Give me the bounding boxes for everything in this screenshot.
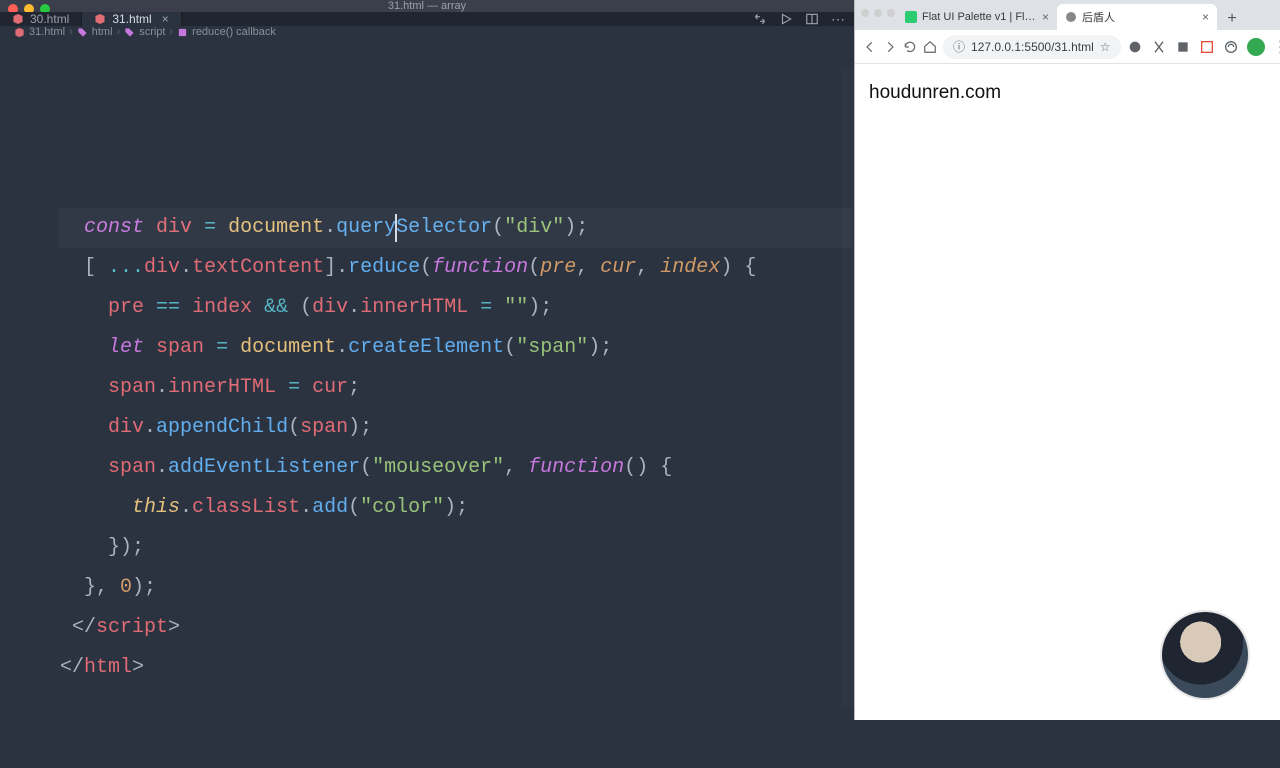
editor-window: 31.html — array 30.html 31.html × ⋯ 31.h… [0, 0, 854, 720]
run-icon[interactable] [779, 12, 793, 26]
breadcrumb-file[interactable]: 31.html [29, 26, 65, 38]
maximize-window-icon[interactable] [887, 9, 895, 17]
breadcrumb-segment[interactable]: script [139, 26, 165, 38]
extension-row: ⋮ [1127, 38, 1280, 56]
extension-icon[interactable] [1151, 39, 1167, 55]
minimap[interactable] [842, 68, 854, 708]
breadcrumb[interactable]: 31.html › html › script › reduce() callb… [0, 26, 854, 38]
forward-button[interactable] [883, 39, 897, 55]
close-tab-icon[interactable]: × [1042, 10, 1049, 24]
profile-avatar[interactable] [1247, 38, 1265, 56]
presenter-avatar [1160, 610, 1250, 700]
editor-tab-bar: 30.html 31.html × ⋯ [0, 12, 854, 26]
address-bar[interactable]: ⓘ 127.0.0.1:5500/31.html ☆ [943, 35, 1121, 59]
tab-title: 后盾人 [1082, 9, 1115, 25]
page-heading: houdunren.com [869, 82, 1266, 104]
close-tab-icon[interactable]: × [1202, 10, 1209, 24]
code-editor[interactable]: const div = document.querySelector("div"… [0, 38, 854, 768]
split-editor-icon[interactable] [805, 12, 819, 26]
minimize-window-icon[interactable] [874, 9, 882, 17]
close-tab-icon[interactable]: × [162, 12, 169, 26]
tab-title: Flat UI Palette v1 | Flat UI C [922, 11, 1037, 23]
site-info-icon[interactable]: ⓘ [953, 38, 965, 55]
home-button[interactable] [923, 39, 937, 55]
mac-titlebar: 31.html — array [0, 0, 854, 12]
more-icon[interactable]: ⋯ [831, 11, 846, 28]
menu-icon[interactable]: ⋮ [1273, 39, 1280, 55]
editor-tab-inactive[interactable]: 30.html [0, 12, 82, 26]
editor-tab-actions: ⋯ [753, 12, 846, 26]
extension-icon[interactable] [1199, 39, 1215, 55]
method-icon [177, 27, 188, 38]
back-button[interactable] [863, 39, 877, 55]
browser-tab-active[interactable]: 后盾人 × [1057, 4, 1217, 30]
text-cursor [395, 214, 397, 242]
breadcrumb-segment[interactable]: html [92, 26, 113, 38]
browser-toolbar: ⓘ 127.0.0.1:5500/31.html ☆ ⋮ [855, 30, 1280, 64]
tab-label: 30.html [30, 12, 69, 26]
close-window-icon[interactable] [861, 9, 869, 17]
breadcrumb-segment[interactable]: reduce() callback [192, 26, 276, 38]
bookmark-icon[interactable]: ☆ [1100, 40, 1111, 54]
extension-icon[interactable] [1175, 39, 1191, 55]
url-text: 127.0.0.1:5500/31.html [971, 40, 1094, 54]
html-file-icon [12, 13, 24, 25]
editor-tab-active[interactable]: 31.html × [82, 12, 181, 26]
chevron-right-icon: › [117, 26, 121, 38]
html-file-icon [14, 27, 25, 38]
compare-icon[interactable] [753, 12, 767, 26]
chevron-right-icon: › [69, 26, 73, 38]
favicon-icon [905, 11, 917, 23]
browser-tab-strip: Flat UI Palette v1 | Flat UI C × 后盾人 × + [855, 0, 1280, 30]
chevron-right-icon: › [169, 26, 173, 38]
browser-traffic-lights[interactable] [861, 9, 895, 17]
extension-icon[interactable] [1127, 39, 1143, 55]
reload-button[interactable] [903, 39, 917, 55]
tab-label: 31.html [112, 12, 151, 26]
html-file-icon [94, 13, 106, 25]
extension-icon[interactable] [1223, 39, 1239, 55]
tag-icon [77, 27, 88, 38]
browser-tab-inactive[interactable]: Flat UI Palette v1 | Flat UI C × [897, 4, 1057, 30]
favicon-icon [1065, 11, 1077, 23]
tag-icon [124, 27, 135, 38]
current-line-highlight [58, 208, 852, 248]
window-title: 31.html — array [0, 0, 854, 12]
new-tab-button[interactable]: + [1221, 8, 1243, 30]
